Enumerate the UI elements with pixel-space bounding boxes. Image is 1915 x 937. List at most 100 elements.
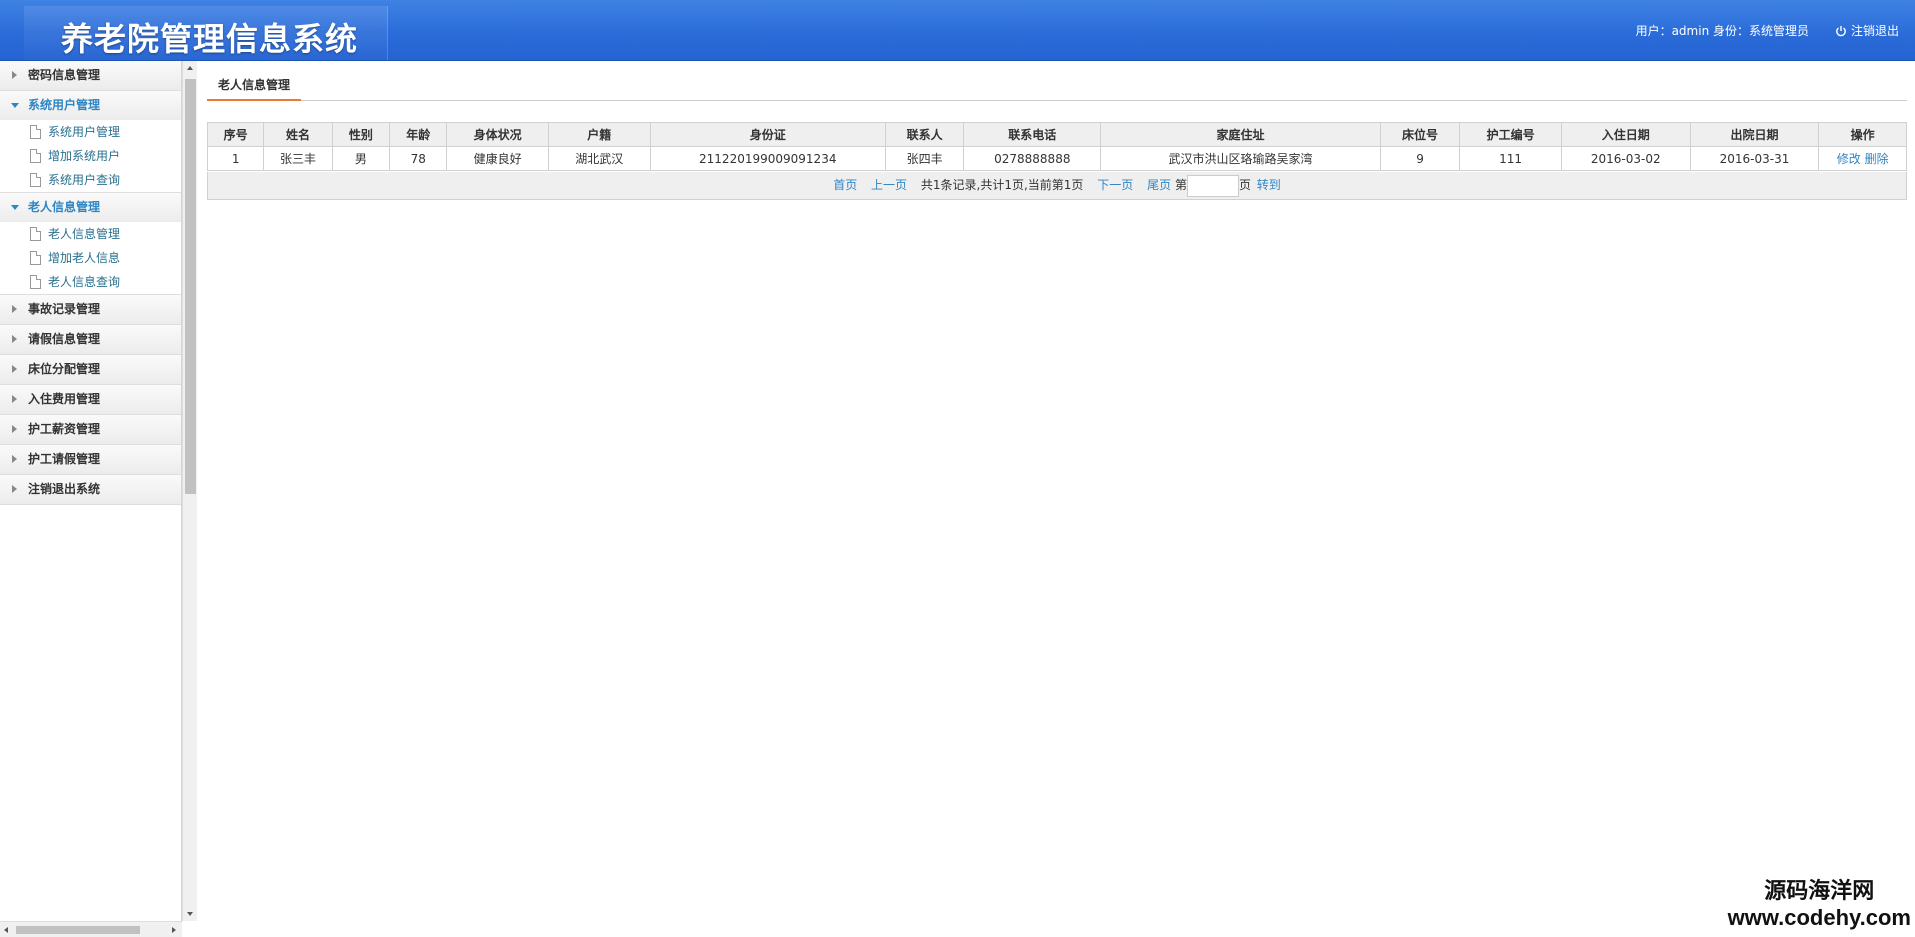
- menu-head-salary[interactable]: 护工薪资管理: [0, 415, 181, 444]
- document-icon: [30, 227, 41, 241]
- sidebar: 密码信息管理 系统用户管理 系统用户管理 增加系统用户 系统用户查询 老人信息管…: [0, 61, 182, 937]
- menu-head-label: 密码信息管理: [28, 68, 101, 82]
- table-header-row: 序号 姓名 性别 年龄 身体状况 户籍 身份证 联系人 联系电话 家庭住址 床位…: [206, 122, 1907, 147]
- next-page-link[interactable]: 下一页: [1097, 178, 1133, 192]
- sidebar-vertical-scrollbar[interactable]: [182, 61, 197, 921]
- scroll-up-icon[interactable]: [187, 66, 193, 70]
- menu-group-salary: 护工薪资管理: [0, 415, 181, 445]
- menu-head-label: 护工薪资管理: [28, 422, 101, 436]
- column-header: 家庭住址: [1100, 122, 1381, 147]
- menu-group-password: 密码信息管理: [0, 61, 181, 91]
- table-cell: 211220199009091234: [649, 146, 886, 171]
- menu-head-sysuser[interactable]: 系统用户管理: [0, 91, 181, 120]
- menu-head-label: 入住费用管理: [28, 392, 101, 406]
- menu-head-label: 请假信息管理: [28, 332, 101, 346]
- table-cell: 0278888888: [963, 146, 1102, 171]
- sidebar-item-label: 增加老人信息: [48, 251, 121, 265]
- triangle-right-icon: [12, 71, 17, 79]
- scrollbar-thumb[interactable]: [185, 79, 196, 494]
- menu-head-accident[interactable]: 事故记录管理: [0, 295, 181, 324]
- menu-head-elder[interactable]: 老人信息管理: [0, 193, 181, 222]
- menu-head-label: 事故记录管理: [28, 302, 101, 316]
- sidebar-item-sysuser-add[interactable]: 增加系统用户: [0, 144, 181, 168]
- menu-head-label: 系统用户管理: [28, 98, 101, 112]
- scroll-right-icon[interactable]: [172, 927, 176, 933]
- last-page-link[interactable]: 尾页: [1147, 178, 1171, 192]
- sidebar-item-label: 老人信息查询: [48, 275, 121, 289]
- go-button[interactable]: 转到: [1257, 178, 1281, 192]
- sidebar-item-elder-add[interactable]: 增加老人信息: [0, 246, 181, 270]
- column-header: 性别: [331, 122, 391, 147]
- table-cell: 张三丰: [263, 146, 333, 171]
- pager-info: 共1条记录,共计1页,当前第1页: [920, 178, 1084, 192]
- menu-group-fee: 入住费用管理: [0, 385, 181, 415]
- sidebar-item-label: 系统用户管理: [48, 125, 121, 139]
- power-icon: [1836, 25, 1846, 36]
- column-header: 床位号: [1379, 122, 1461, 147]
- triangle-right-icon: [12, 455, 17, 463]
- menu-group-elder: 老人信息管理 老人信息管理 增加老人信息 老人信息查询: [0, 193, 181, 295]
- column-header: 出院日期: [1689, 122, 1820, 147]
- triangle-right-icon: [12, 485, 17, 493]
- table-cell: 111: [1459, 146, 1562, 171]
- table-cell: 男: [331, 146, 391, 171]
- pagination: 首页 上一页 共1条记录,共计1页,当前第1页 下一页 尾页 第 页 转到: [207, 172, 1907, 200]
- table-row: 1 张三丰 男 78 健康良好 湖北武汉 211220199009091234 …: [206, 146, 1907, 171]
- scroll-left-icon[interactable]: [4, 927, 8, 933]
- column-header: 联系人: [884, 122, 965, 147]
- menu-head-label: 注销退出系统: [28, 482, 101, 496]
- tab-elder-info[interactable]: 老人信息管理: [207, 77, 302, 101]
- column-header: 护工编号: [1459, 122, 1562, 147]
- delete-link[interactable]: 删除: [1865, 152, 1889, 166]
- menu-head-logout[interactable]: 注销退出系统: [0, 475, 181, 504]
- user-info: 用户：admin 身份：系统管理员: [1635, 24, 1809, 38]
- column-header: 操作: [1818, 122, 1907, 147]
- scroll-down-icon[interactable]: [187, 912, 193, 916]
- menu-head-label: 老人信息管理: [28, 200, 101, 214]
- menu-group-accident: 事故记录管理: [0, 295, 181, 325]
- column-header: 入住日期: [1560, 122, 1691, 147]
- watermark: 源码海洋网 www.codehy.com: [1728, 879, 1911, 931]
- menu-head-label: 护工请假管理: [28, 452, 101, 466]
- menu-head-caregiver-leave[interactable]: 护工请假管理: [0, 445, 181, 474]
- sidebar-item-label: 增加系统用户: [48, 149, 121, 163]
- table-cell: 2016-03-31: [1689, 146, 1820, 171]
- sidebar-item-label: 系统用户查询: [48, 173, 121, 187]
- column-header: 联系电话: [963, 122, 1102, 147]
- app-header: 养老院管理信息系统 用户：admin 身份：系统管理员 注销退出: [0, 0, 1915, 61]
- edit-link[interactable]: 修改: [1837, 152, 1861, 166]
- sidebar-item-sysuser-query[interactable]: 系统用户查询: [0, 168, 181, 192]
- document-icon: [30, 125, 41, 139]
- table-cell: 健康良好: [446, 146, 549, 171]
- menu-head-label: 床位分配管理: [28, 362, 101, 376]
- sidebar-horizontal-scrollbar[interactable]: [0, 921, 182, 937]
- menu-head-fee[interactable]: 入住费用管理: [0, 385, 181, 414]
- document-icon: [30, 149, 41, 163]
- sidebar-item-sysuser-manage[interactable]: 系统用户管理: [0, 120, 181, 144]
- menu-group-logout: 注销退出系统: [0, 475, 181, 505]
- menu-group-bed: 床位分配管理: [0, 355, 181, 385]
- menu-head-password[interactable]: 密码信息管理: [0, 61, 181, 90]
- table-cell: 2016-03-02: [1560, 146, 1691, 171]
- logout-button[interactable]: 注销退出: [1835, 22, 1899, 39]
- menu-head-bed[interactable]: 床位分配管理: [0, 355, 181, 384]
- sidebar-item-elder-query[interactable]: 老人信息查询: [0, 270, 181, 294]
- document-icon: [30, 275, 41, 289]
- table-cell: 9: [1379, 146, 1461, 171]
- watermark-line2: www.codehy.com: [1727, 905, 1911, 930]
- triangle-down-icon: [11, 103, 19, 108]
- menu-group-leave: 请假信息管理: [0, 325, 181, 355]
- sidebar-item-elder-manage[interactable]: 老人信息管理: [0, 222, 181, 246]
- logout-label: 注销退出: [1850, 24, 1899, 38]
- triangle-right-icon: [12, 395, 17, 403]
- first-page-link[interactable]: 首页: [833, 178, 857, 192]
- menu-head-leave[interactable]: 请假信息管理: [0, 325, 181, 354]
- column-header: 年龄: [389, 122, 448, 147]
- table-cell: 张四丰: [884, 146, 965, 171]
- table-cell: 1: [206, 146, 265, 171]
- page-number-input[interactable]: [1186, 174, 1239, 197]
- scrollbar-thumb[interactable]: [16, 926, 140, 934]
- prev-page-link[interactable]: 上一页: [871, 178, 907, 192]
- triangle-right-icon: [12, 425, 17, 433]
- menu-group-sysuser: 系统用户管理 系统用户管理 增加系统用户 系统用户查询: [0, 91, 181, 193]
